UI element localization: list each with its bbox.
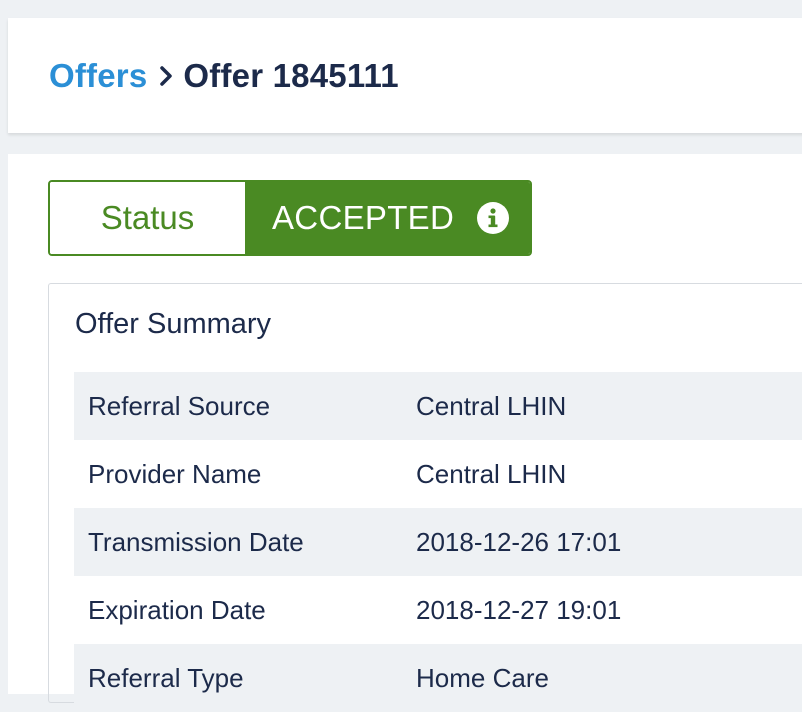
row-value: 2018-12-27 19:01 bbox=[416, 594, 622, 625]
page-header: Offers Offer 1845111 bbox=[8, 18, 802, 133]
breadcrumb-offers-link[interactable]: Offers bbox=[49, 57, 147, 95]
table-row: Expiration Date 2018-12-27 19:01 bbox=[74, 576, 802, 644]
row-value: Central LHIN bbox=[416, 458, 567, 489]
status-value: ACCEPTED bbox=[245, 182, 530, 254]
table-row: Referral Type Home Care bbox=[74, 644, 802, 712]
offer-summary-title: Offer Summary bbox=[75, 308, 272, 340]
row-label: Referral Source bbox=[88, 390, 271, 421]
row-label: Expiration Date bbox=[88, 594, 266, 625]
breadcrumb: Offers Offer 1845111 bbox=[49, 57, 399, 95]
page-title: Offer 1845111 bbox=[183, 56, 399, 94]
chevron-right-icon bbox=[159, 65, 173, 87]
row-label: Referral Type bbox=[88, 662, 244, 693]
table-row: Provider Name Central LHIN bbox=[74, 440, 802, 508]
status-label: Status bbox=[50, 182, 245, 254]
info-icon[interactable] bbox=[476, 201, 510, 235]
offer-summary-panel: Offer Summary Referral Source Central LH… bbox=[48, 283, 802, 712]
row-value: Home Care bbox=[416, 662, 549, 693]
row-label: Transmission Date bbox=[88, 526, 304, 557]
table-row: Referral Source Central LHIN bbox=[74, 372, 802, 440]
offer-content: Status ACCEPTED Offer Summary Referral S… bbox=[8, 154, 802, 712]
status-badge: Status ACCEPTED bbox=[48, 180, 532, 256]
row-value: 2018-12-26 17:01 bbox=[416, 526, 622, 557]
offer-summary-table: Referral Source Central LHIN Provider Na… bbox=[74, 372, 802, 712]
status-value-text: ACCEPTED bbox=[272, 199, 455, 236]
table-row: Transmission Date 2018-12-26 17:01 bbox=[74, 508, 802, 576]
row-label: Provider Name bbox=[88, 458, 262, 489]
row-value: Central LHIN bbox=[416, 390, 567, 421]
